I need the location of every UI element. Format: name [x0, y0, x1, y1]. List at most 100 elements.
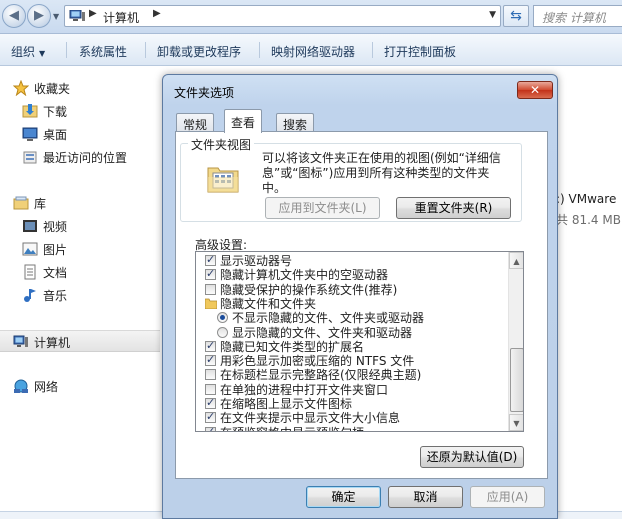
reset-folders-button[interactable]: 重置文件夹(R)	[396, 197, 511, 219]
back-button[interactable]: ◀	[2, 4, 26, 28]
breadcrumb-chevron-icon[interactable]: ▶	[153, 8, 161, 19]
toolbar-divider	[259, 42, 260, 58]
advanced-setting-label: 用彩色显示加密或压缩的 NTFS 文件	[220, 354, 415, 369]
drive-name[interactable]: :) VMware	[556, 192, 616, 206]
refresh-icon: ⇆	[510, 8, 522, 24]
system-properties-button[interactable]: 系统属性	[79, 43, 127, 60]
computer-icon	[13, 335, 28, 347]
checkbox-checked[interactable]	[205, 396, 216, 409]
sidebar-item-label: 图片	[43, 243, 68, 257]
sidebar-item-label: 视频	[43, 220, 68, 234]
toolbar-divider	[372, 42, 373, 58]
ok-button[interactable]: 确定	[306, 486, 381, 508]
documents-icon	[24, 264, 36, 280]
advanced-setting-label: 不显示隐藏的文件、文件夹或驱动器	[232, 311, 425, 326]
restore-defaults-button[interactable]: 还原为默认值(D)	[420, 446, 524, 468]
radio-selected[interactable]	[217, 312, 228, 324]
checkbox-checked[interactable]	[205, 353, 216, 367]
sidebar-item-label: 下载	[43, 105, 68, 119]
checkbox-unchecked[interactable]	[205, 383, 216, 395]
advanced-setting-label: 隐藏已知文件类型的扩展名	[220, 339, 365, 354]
advanced-setting-label: 隐藏文件和文件夹	[220, 296, 317, 311]
folder-icon	[205, 298, 217, 309]
radio-unselected[interactable]	[217, 326, 228, 338]
checkbox-checked[interactable]	[205, 410, 216, 424]
advanced-setting-label: 在缩略图上显示文件图标	[220, 397, 353, 411]
open-control-panel-button[interactable]: 打开控制面板	[384, 43, 456, 60]
advanced-setting-label: 在文件夹提示中显示文件大小信息	[220, 411, 401, 426]
organize-label: 组织	[11, 45, 36, 59]
advanced-setting-label: 在预览窗格中显示预览句柄	[220, 426, 364, 431]
scrollbar-thumb[interactable]	[510, 348, 523, 412]
search-input[interactable]: 搜索 计算机	[533, 5, 622, 27]
checkbox-unchecked[interactable]	[205, 369, 216, 381]
close-button[interactable]: ✕	[517, 81, 553, 99]
computer-icon	[69, 10, 85, 21]
recent-pages-dropdown[interactable]: ▼	[53, 12, 59, 21]
folder-options-dialog: 文件夹选项 ✕ 常规 查看 搜索 文件夹视图 可以将该文件夹正在使用的视图(例如…	[162, 74, 558, 519]
advanced-settings-list: 显示驱动器号隐藏计算机文件夹中的空驱动器隐藏受保护的操作系统文件(推荐)隐藏文件…	[195, 251, 524, 432]
advanced-setting-label: 显示驱动器号	[220, 254, 293, 268]
vertical-scrollbar[interactable]: ▲ ▼	[508, 252, 523, 431]
close-icon: ✕	[529, 83, 541, 97]
sidebar-item-label: 文档	[43, 266, 68, 280]
apply-to-folders-button[interactable]: 应用到文件夹(L)	[265, 197, 380, 219]
desktop-icon	[22, 127, 38, 141]
advanced-setting-label: 隐藏计算机文件夹中的空驱动器	[220, 268, 389, 283]
folder-view-legend: 文件夹视图	[188, 136, 255, 153]
arrow-right-icon: ▶	[34, 8, 44, 23]
tab-search[interactable]: 搜索	[276, 113, 315, 132]
checkbox-checked[interactable]	[205, 339, 216, 352]
folder-view-description: 可以将该文件夹正在使用的视图(例如“详细信息”或“图标”)应用到所有这种类型的文…	[262, 151, 501, 195]
dialog-title: 文件夹选项	[174, 86, 235, 100]
toolbar-divider	[66, 42, 67, 58]
navigation-pane: 收藏夹 下载 桌面 最近访问的位置 库 视频 图片 文档 音乐 计算机 网络	[0, 67, 160, 519]
map-network-drive-button[interactable]: 映射网络驱动器	[271, 43, 355, 60]
download-folder-icon	[22, 104, 38, 118]
sidebar-item-label: 最近访问的位置	[43, 151, 128, 165]
pictures-icon	[22, 242, 38, 256]
sidebar-item-label: 计算机	[34, 336, 71, 350]
arrow-left-icon: ◀	[9, 8, 19, 23]
scroll-down-icon[interactable]: ▼	[509, 414, 523, 431]
tab-general[interactable]: 常规	[176, 113, 215, 132]
organize-button[interactable]: 组织 ▼	[11, 43, 45, 60]
advanced-setting-label: 显示隐藏的文件、文件夹和驱动器	[232, 325, 413, 340]
uninstall-program-button[interactable]: 卸载或更改程序	[157, 43, 241, 60]
checkbox-checked[interactable]	[205, 253, 216, 266]
explorer-titlebar: ◀ ▶ ▼ ▶ 计算机 ▶ ▼ ⇆ 搜索 计算机	[0, 0, 622, 34]
sidebar-item-computer[interactable]: 计算机	[0, 330, 160, 352]
recent-places-icon	[23, 151, 37, 164]
refresh-button[interactable]: ⇆	[503, 5, 529, 27]
network-icon	[14, 379, 28, 393]
checkbox-checked[interactable]	[205, 425, 216, 431]
command-bar: 组织 ▼ 系统属性 卸载或更改程序 映射网络驱动器 打开控制面板	[0, 34, 622, 66]
apply-button[interactable]: 应用(A)	[470, 486, 545, 508]
chevron-down-icon: ▼	[39, 49, 46, 58]
checkbox-unchecked[interactable]	[205, 283, 216, 295]
address-dropdown-icon[interactable]: ▼	[489, 10, 496, 20]
star-icon	[13, 80, 29, 96]
sidebar-item-label: 网络	[34, 380, 59, 394]
sidebar-item-label: 桌面	[43, 128, 68, 142]
breadcrumb-chevron-icon[interactable]: ▶	[89, 8, 97, 19]
cancel-button[interactable]: 取消	[388, 486, 463, 508]
tab-view[interactable]: 查看	[224, 109, 263, 133]
scroll-up-icon[interactable]: ▲	[509, 252, 523, 269]
drive-size: 共 81.4 MB	[556, 213, 621, 227]
forward-button[interactable]: ▶	[27, 4, 51, 28]
sidebar-item-label: 收藏夹	[34, 82, 71, 96]
address-bar[interactable]: ▶ 计算机 ▶ ▼	[64, 5, 501, 27]
checkbox-checked[interactable]	[205, 267, 216, 281]
sidebar-item-label: 音乐	[43, 289, 68, 303]
folder-view-icon	[207, 167, 239, 193]
sidebar-item-label: 库	[34, 197, 47, 211]
library-icon	[13, 196, 29, 210]
advanced-setting-label: 在标题栏显示完整路径(仅限经典主题)	[220, 368, 422, 383]
toolbar-divider	[145, 42, 146, 58]
breadcrumb-computer[interactable]: 计算机	[103, 9, 139, 26]
advanced-setting-label: 隐藏受保护的操作系统文件(推荐)	[220, 282, 398, 297]
music-icon	[24, 289, 36, 302]
advanced-setting-label: 在单独的进程中打开文件夹窗口	[220, 382, 389, 397]
video-icon	[23, 220, 37, 232]
